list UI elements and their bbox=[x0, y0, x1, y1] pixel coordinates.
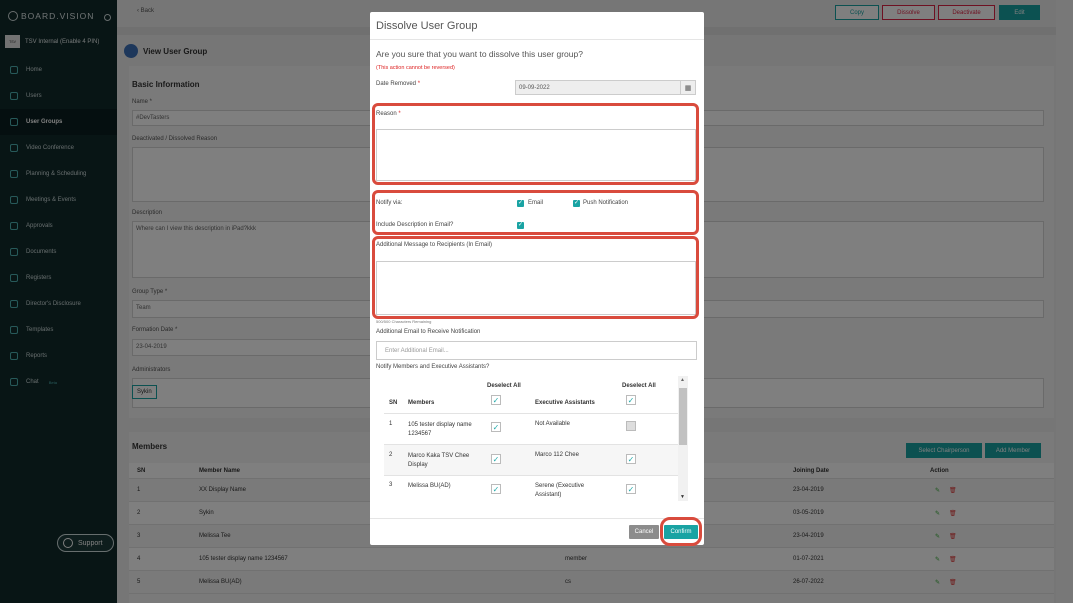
notify-members-table: Deselect All Deselect All ✓ ✓ SN Members… bbox=[376, 376, 688, 501]
scroll-down-icon[interactable]: ▼ bbox=[680, 494, 685, 500]
email-checkbox[interactable]: ✓ bbox=[517, 200, 524, 207]
include-description-label: Include Description in Email? bbox=[376, 222, 454, 228]
date-removed-label: Date Removed * bbox=[376, 81, 421, 87]
member-checkbox[interactable]: ✓ bbox=[491, 454, 501, 464]
scroll-thumb[interactable] bbox=[679, 388, 687, 445]
modal-footer-divider bbox=[370, 518, 704, 519]
deselect-all-members-checkbox[interactable]: ✓ bbox=[491, 395, 501, 405]
reason-textarea[interactable] bbox=[376, 129, 696, 181]
table-scrollbar[interactable]: ▲ ▼ bbox=[678, 376, 688, 501]
email-label: Email bbox=[528, 200, 544, 206]
members-header: Members bbox=[408, 400, 435, 406]
notify-members-label: Notify Members and Executive Assistants? bbox=[376, 364, 490, 370]
member-checkbox[interactable]: ✓ bbox=[491, 422, 501, 432]
sn-header: SN bbox=[389, 400, 398, 406]
assistant-checkbox[interactable]: ✓ bbox=[626, 484, 636, 494]
scroll-up-icon[interactable]: ▲ bbox=[680, 377, 685, 383]
table-row: 2 Marco Kaka TSV Chee Display ✓ Marco 11… bbox=[384, 444, 679, 475]
push-notification-checkbox[interactable]: ✓ bbox=[573, 200, 580, 207]
table-row: 1 105 tester display name 1234567 ✓ Not … bbox=[384, 413, 679, 444]
reason-label: Reason * bbox=[376, 111, 401, 117]
additional-message-textarea[interactable] bbox=[376, 261, 696, 315]
assistant-checkbox[interactable]: ✓ bbox=[626, 454, 636, 464]
table-row: 3 Melissa BU(AD) ✓ Serene (Executive Ass… bbox=[384, 475, 679, 501]
include-description-checkbox[interactable]: ✓ bbox=[517, 222, 524, 229]
modal-warning: (This action cannot be reversed) bbox=[376, 65, 455, 71]
characters-remaining: 500/500 Characters Remaining bbox=[376, 319, 432, 324]
modal-header-divider bbox=[370, 39, 704, 40]
cancel-button[interactable]: Cancel bbox=[629, 525, 659, 539]
deselect-all-assistants-checkbox[interactable]: ✓ bbox=[626, 395, 636, 405]
modal-title: Dissolve User Group bbox=[376, 20, 478, 32]
additional-email-label: Additional Email to Receive Notification bbox=[376, 329, 481, 335]
confirm-button[interactable]: Confirm bbox=[664, 525, 698, 539]
deselect-all-assistants-label: Deselect All bbox=[622, 383, 656, 389]
dissolve-user-group-modal: Dissolve User Group Are you sure that yo… bbox=[370, 12, 704, 546]
deselect-all-members-label: Deselect All bbox=[487, 383, 521, 389]
member-checkbox[interactable]: ✓ bbox=[491, 484, 501, 494]
additional-email-input[interactable]: Enter Additional Email... bbox=[376, 341, 697, 360]
notify-via-label: Notify via: bbox=[376, 200, 403, 206]
assistant-checkbox bbox=[626, 421, 636, 431]
additional-message-label: Additional Message to Recipients (In Ema… bbox=[376, 242, 493, 248]
push-notification-label: Push Notification bbox=[583, 200, 629, 206]
notify-highlight bbox=[372, 190, 699, 235]
modal-question: Are you sure that you want to dissolve t… bbox=[376, 49, 583, 59]
date-removed-field[interactable]: 09-09-2022 ▦ bbox=[515, 80, 696, 95]
calendar-icon[interactable]: ▦ bbox=[680, 81, 695, 94]
assistants-header: Executive Assistants bbox=[535, 400, 595, 406]
